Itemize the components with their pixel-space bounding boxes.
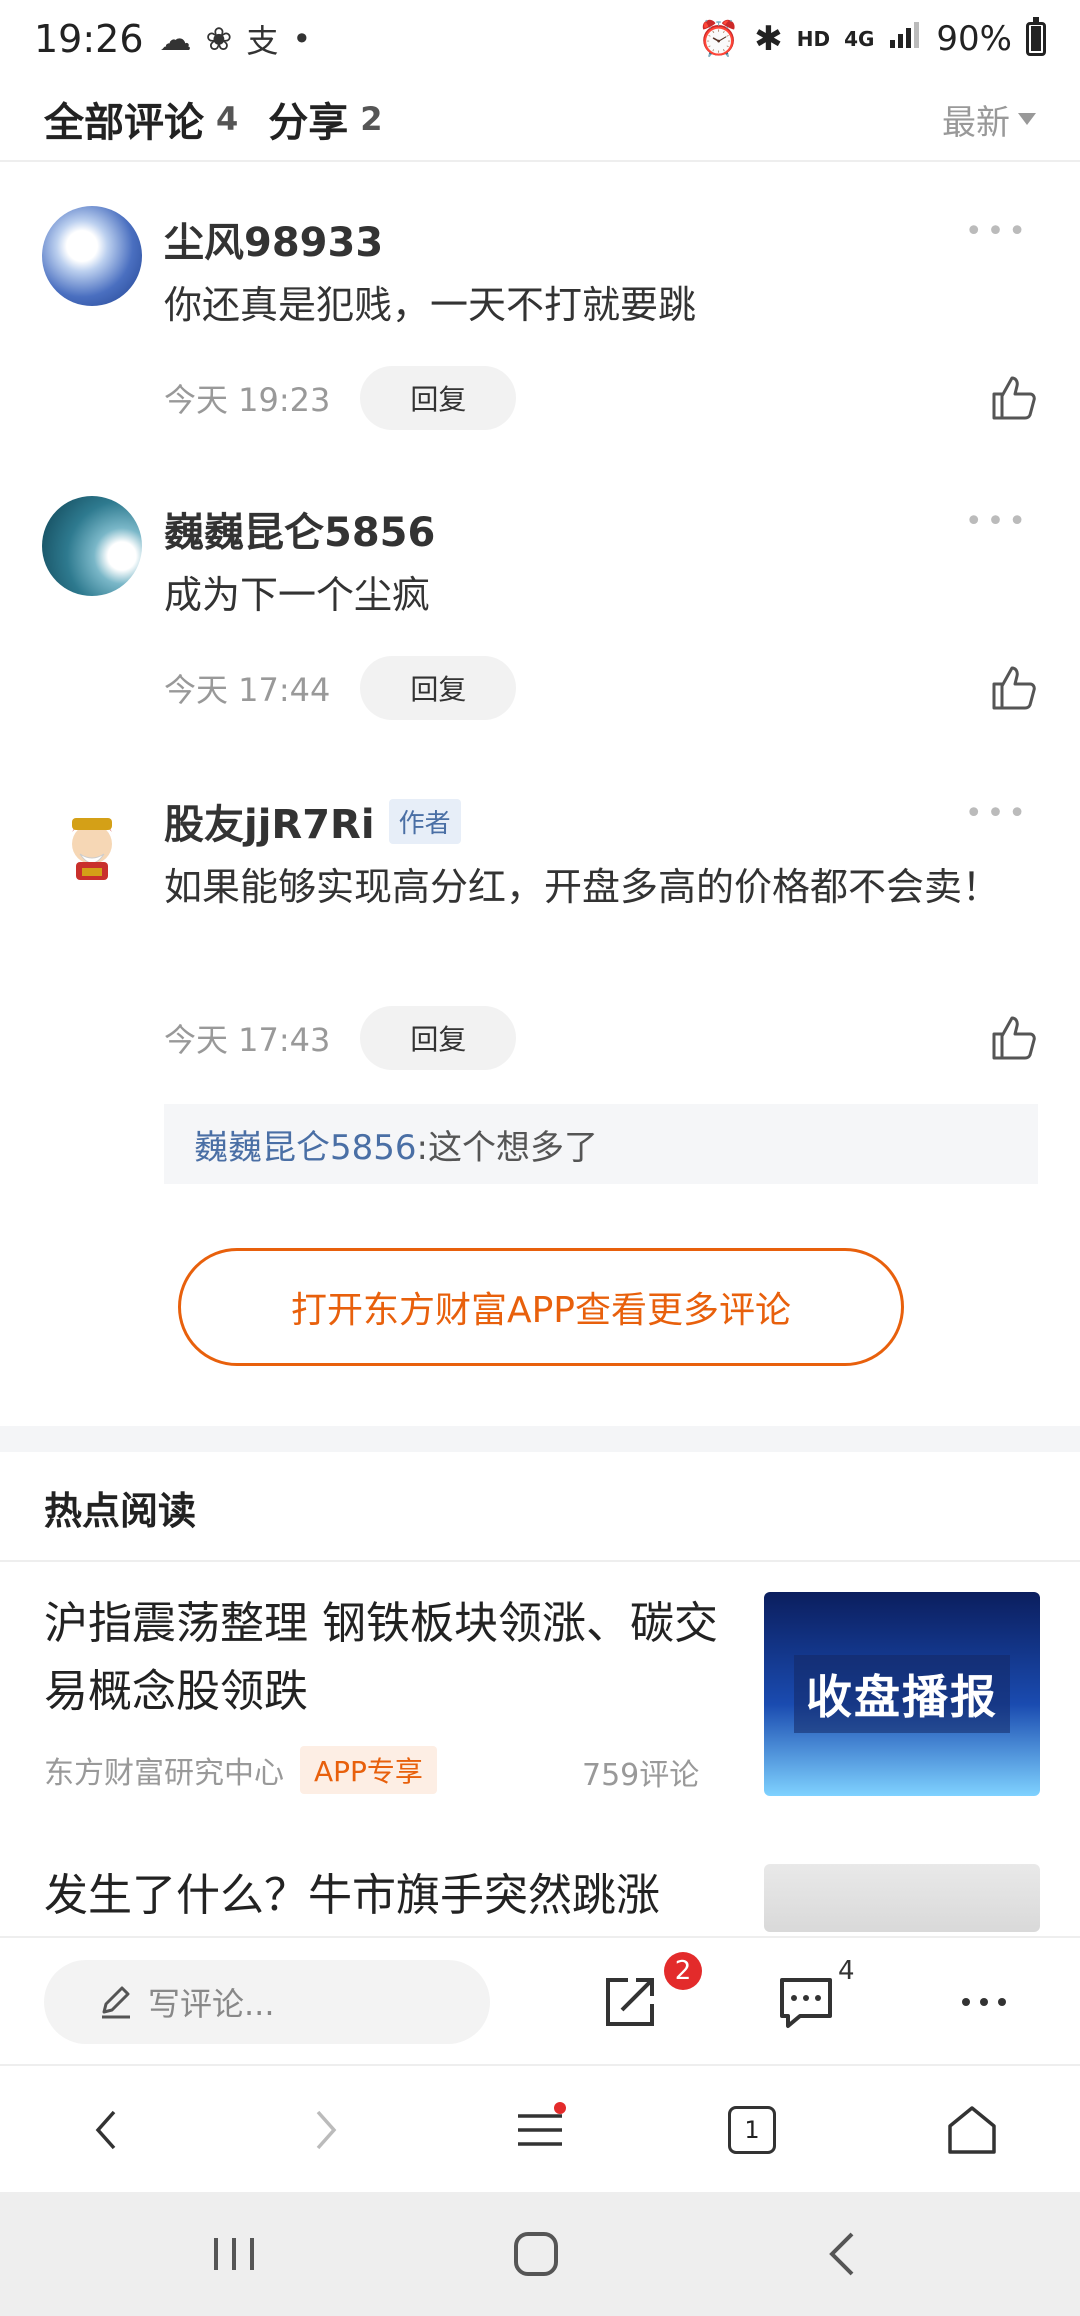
sub-reply[interactable]: 巍巍昆仑5856 :这个想多了: [164, 1104, 1038, 1184]
pencil-icon: [102, 1986, 130, 2019]
open-app-button[interactable]: 打开东方财富APP查看更多评论: [178, 1248, 904, 1366]
reply-button[interactable]: 回复: [360, 366, 517, 430]
back-icon[interactable]: [80, 2102, 136, 2158]
more-notifications-dot-icon: •: [292, 20, 312, 58]
avatar[interactable]: [42, 496, 142, 596]
signal-icon: [888, 19, 922, 59]
write-comment-placeholder: 写评论...: [148, 1985, 275, 2023]
comment-count: 4: [838, 1956, 855, 1986]
more-options-icon[interactable]: •••: [965, 796, 1030, 831]
comment-item: 股友jjR7Ri 作者 ••• 如果能够实现高分红，开盘多高的价格都不会卖！ 今…: [0, 782, 1080, 1202]
avatar[interactable]: [42, 206, 142, 306]
share-icon[interactable]: [600, 1972, 660, 2032]
system-back-icon[interactable]: [816, 2228, 872, 2280]
reply-button[interactable]: 回复: [360, 1006, 517, 1070]
article-item[interactable]: 发生了什么？牛市旗手突然跳涨: [44, 1862, 1044, 1932]
status-time: 19:26: [34, 17, 144, 61]
article-source: 东方财富研究中心: [44, 1756, 284, 1791]
comments-header: 全部评论 4 分享 2 最新: [0, 78, 1080, 162]
recent-apps-icon[interactable]: [206, 2230, 262, 2278]
comment-time: 今天 17:44: [164, 671, 331, 709]
comment-icon[interactable]: [776, 1972, 836, 2032]
tab-shares[interactable]: 分享: [268, 90, 348, 148]
battery-icon: [1026, 17, 1046, 56]
bottom-comment-bar: 写评论... 2 4: [0, 1936, 1080, 2064]
reply-button[interactable]: 回复: [360, 656, 517, 720]
thumbs-up-icon[interactable]: [986, 1012, 1038, 1064]
comment-text: 成为下一个尘疯: [164, 573, 431, 617]
article-thumbnail[interactable]: [764, 1864, 1040, 1932]
bluetooth-icon: ✱: [754, 19, 783, 59]
home-button-icon[interactable]: [508, 2228, 564, 2280]
more-options-icon[interactable]: •••: [965, 214, 1030, 249]
article-title[interactable]: 沪指震荡整理 钢铁板块领涨、碳交易概念股领跌: [44, 1590, 724, 1726]
comment-text: 如果能够实现高分红，开盘多高的价格都不会卖！: [164, 865, 1001, 909]
more-options-icon[interactable]: •••: [965, 504, 1030, 539]
home-icon[interactable]: [944, 2102, 1000, 2158]
shares-count: 2: [360, 100, 383, 138]
article-thumbnail[interactable]: 收盘播报: [764, 1592, 1040, 1796]
write-comment-input[interactable]: 写评论...: [44, 1960, 490, 2044]
all-comments-count: 4: [216, 100, 239, 138]
tab-count: 1: [744, 2116, 760, 2144]
sub-reply-author[interactable]: 巍巍昆仑5856: [194, 1120, 417, 1169]
tabs-button[interactable]: 1: [728, 2106, 776, 2154]
forward-icon[interactable]: [296, 2102, 352, 2158]
comment-time: 今天 17:43: [164, 1021, 331, 1059]
article-title[interactable]: 发生了什么？牛市旗手突然跳涨: [44, 1862, 724, 1930]
caret-down-icon: [1018, 113, 1036, 125]
status-bar: 19:26 ☁ ❀ 支 • ⏰ ✱ HD 4G 90%: [0, 0, 1080, 78]
comment-author[interactable]: 巍巍昆仑5856: [164, 500, 435, 558]
comment-text: 你还真是犯贱，一天不打就要跳: [164, 283, 697, 327]
alarm-icon: ⏰: [697, 19, 741, 59]
thumbnail-caption: 收盘播报: [794, 1655, 1010, 1733]
sub-reply-text: :这个想多了: [416, 1127, 598, 1168]
comment-author[interactable]: 股友jjR7Ri 作者: [164, 792, 461, 850]
network-4g-indicator: 4G: [844, 27, 875, 51]
comment-item: 尘风98933 ••• 你还真是犯贱，一天不打就要跳 今天 19:23 回复: [0, 200, 1080, 460]
section-divider: [0, 1426, 1080, 1452]
section-divider: [0, 1560, 1080, 1562]
thumbs-up-icon[interactable]: [986, 662, 1038, 714]
weather-icon: ☁: [159, 20, 192, 58]
article-comment-count: 759评论: [582, 1758, 700, 1793]
article-item[interactable]: 沪指震荡整理 钢铁板块领涨、碳交易概念股领跌 东方财富研究中心 APP专享 75…: [44, 1590, 1044, 1810]
hd-indicator: HD: [796, 27, 831, 51]
share-count-badge: 2: [664, 1952, 702, 1990]
app-exclusive-badge: APP专享: [300, 1746, 437, 1794]
sort-dropdown[interactable]: 最新: [942, 95, 1036, 144]
tab-all-comments[interactable]: 全部评论: [44, 90, 204, 148]
browser-toolbar: 1: [0, 2064, 1080, 2192]
battery-percent: 90%: [936, 19, 1012, 59]
author-tag: 作者: [388, 798, 461, 844]
alipay-icon: 支: [246, 22, 279, 60]
hot-reading-title: 热点阅读: [44, 1489, 197, 1533]
sort-label: 最新: [942, 102, 1010, 143]
comment-time: 今天 19:23: [164, 381, 331, 419]
comment-item: 巍巍昆仑5856 ••• 成为下一个尘疯 今天 17:44 回复: [0, 490, 1080, 750]
system-navigation-bar: [0, 2192, 1080, 2316]
comment-author[interactable]: 尘风98933: [164, 210, 383, 268]
thumbs-up-icon[interactable]: [986, 372, 1038, 424]
more-options-icon[interactable]: [954, 1972, 1014, 2032]
menu-icon[interactable]: [512, 2102, 568, 2158]
notification-app-icon: ❀: [205, 20, 233, 58]
avatar[interactable]: [42, 792, 142, 892]
